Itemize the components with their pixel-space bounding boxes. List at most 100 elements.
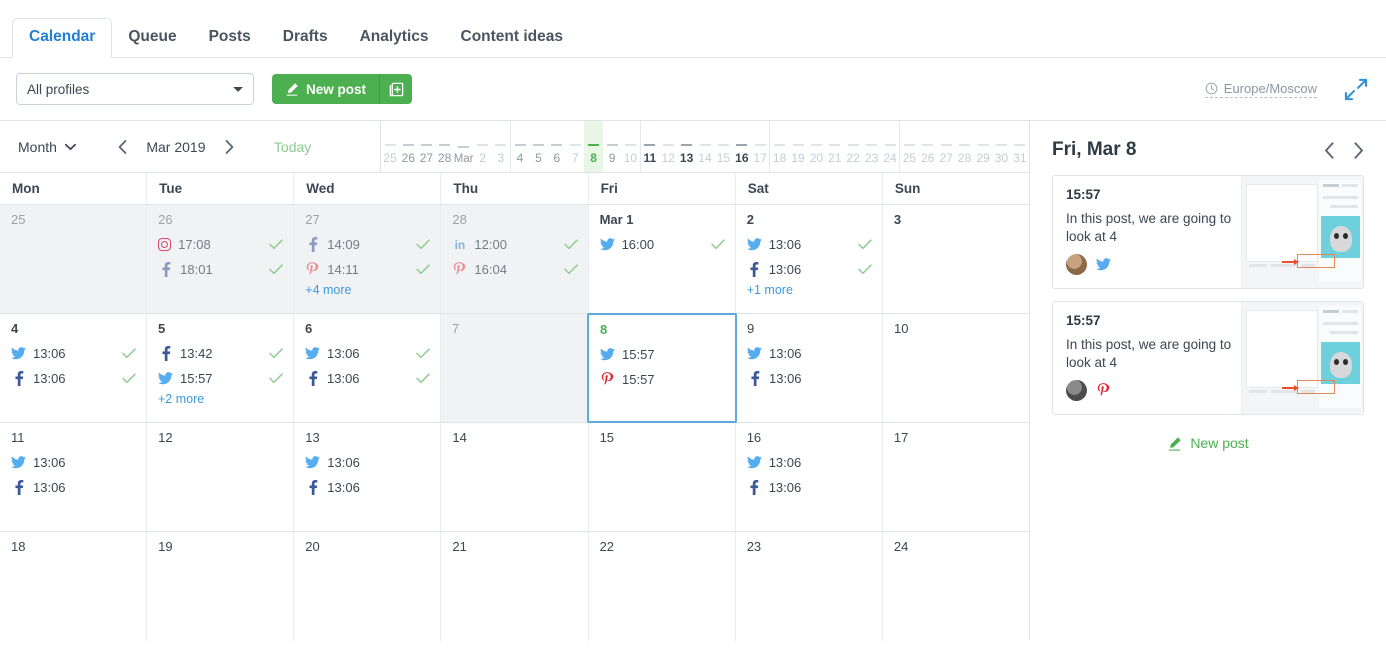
sidebar-next-day-button[interactable]	[1353, 141, 1364, 159]
calendar-day-cell[interactable]: 5 13:42 15:57 +2 more	[147, 314, 294, 422]
sidebar-post-card[interactable]: 15:57 In this post, we are going to look …	[1052, 301, 1364, 415]
calendar-event[interactable]: 18:01	[158, 257, 284, 282]
calendar-day-cell[interactable]: 21	[441, 532, 589, 641]
calendar-day-cell[interactable]: 23	[735, 532, 883, 641]
new-post-button[interactable]: New post	[272, 74, 381, 104]
calendar-day-cell[interactable]: 8 15:57 15:57	[587, 313, 737, 423]
timeline-day-4[interactable]: 4	[511, 121, 529, 172]
timeline-day-3[interactable]: 3	[492, 121, 510, 172]
tab-queue[interactable]: Queue	[112, 19, 192, 58]
calendar-event[interactable]: 17:08	[158, 232, 284, 257]
calendar-event[interactable]: 16:00	[599, 232, 725, 257]
tab-analytics[interactable]: Analytics	[344, 19, 445, 58]
calendar-day-cell[interactable]: 11 13:06 13:06	[0, 423, 148, 531]
calendar-day-cell[interactable]: 6 13:06 13:06	[294, 314, 441, 422]
tab-drafts[interactable]: Drafts	[267, 19, 344, 58]
calendar-event[interactable]: 13:06	[305, 475, 430, 500]
next-period-button[interactable]	[225, 139, 234, 154]
calendar-event[interactable]: 15:57	[600, 367, 725, 392]
calendar-day-cell[interactable]: 28 in 12:00 16:04	[441, 205, 589, 313]
calendar-day-cell[interactable]: 10	[883, 314, 1029, 422]
calendar-event[interactable]: 14:09	[305, 232, 431, 257]
timeline-day-24[interactable]: 24	[881, 121, 899, 172]
calendar-event[interactable]: 13:06	[746, 450, 872, 475]
calendar-event[interactable]: 13:06	[747, 475, 872, 500]
calendar-day-cell[interactable]: 17	[882, 423, 1029, 531]
timeline-day-7[interactable]: 7	[566, 121, 584, 172]
calendar-more-link[interactable]: +4 more	[305, 283, 430, 297]
calendar-event[interactable]: 13:06	[305, 341, 430, 366]
calendar-event[interactable]: 14:11	[305, 257, 431, 282]
timeline-day-26[interactable]: 26	[919, 121, 937, 172]
timeline-day-17[interactable]: 17	[751, 121, 769, 172]
calendar-day-cell[interactable]: 3	[882, 205, 1029, 313]
calendar-event[interactable]: 13:06	[747, 257, 872, 282]
sidebar-prev-day-button[interactable]	[1324, 141, 1335, 159]
calendar-event[interactable]: 13:06	[747, 341, 872, 366]
calendar-day-cell[interactable]: 27 14:09 14:11 +4 more	[294, 205, 442, 313]
calendar-day-cell[interactable]: 15	[588, 423, 736, 531]
calendar-more-link[interactable]: +1 more	[747, 283, 872, 297]
prev-period-button[interactable]	[118, 139, 127, 154]
calendar-event[interactable]: 13:06	[11, 341, 136, 366]
calendar-day-cell[interactable]: 7	[441, 314, 588, 422]
tab-content-ideas[interactable]: Content ideas	[445, 19, 579, 58]
timeline-day-11[interactable]: 11	[641, 121, 659, 172]
calendar-event[interactable]: 13:42	[158, 341, 283, 366]
calendar-day-cell[interactable]: 26 17:08 18:01	[147, 205, 295, 313]
calendar-day-cell[interactable]: 19	[147, 532, 295, 641]
calendar-event[interactable]: in 12:00	[452, 232, 578, 257]
timeline-day-22[interactable]: 22	[844, 121, 862, 172]
expand-arrows-icon[interactable]	[1343, 77, 1368, 102]
timeline-day-10[interactable]: 10	[621, 121, 639, 172]
timeline-day-mar[interactable]: Mar	[454, 121, 474, 172]
timeline-day-9[interactable]: 9	[603, 121, 621, 172]
timeline-day-27[interactable]: 27	[417, 121, 435, 172]
timeline-day-14[interactable]: 14	[696, 121, 714, 172]
calendar-event[interactable]: 15:57	[158, 366, 283, 391]
sidebar-post-card[interactable]: 15:57 In this post, we are going to look …	[1052, 175, 1364, 289]
timeline-day-18[interactable]: 18	[770, 121, 788, 172]
calendar-more-link[interactable]: +2 more	[158, 392, 283, 406]
tab-calendar[interactable]: Calendar	[12, 17, 113, 58]
calendar-event[interactable]: 13:06	[11, 450, 136, 475]
profile-filter-select[interactable]: All profiles ⏷	[16, 73, 254, 105]
calendar-day-cell[interactable]: 4 13:06 13:06	[0, 314, 147, 422]
timeline-day-25[interactable]: 25	[900, 121, 918, 172]
sidebar-new-post-button[interactable]: New post	[1052, 435, 1364, 451]
timeline-day-19[interactable]: 19	[789, 121, 807, 172]
timeline-day-28[interactable]: 28	[436, 121, 454, 172]
timeline-day-21[interactable]: 21	[826, 121, 844, 172]
timezone-indicator[interactable]: Europe/Moscow	[1204, 81, 1317, 98]
timeline-day-13[interactable]: 13	[677, 121, 695, 172]
timeline-day-23[interactable]: 23	[862, 121, 880, 172]
calendar-day-cell[interactable]: 2 13:06 13:06 +1 more	[735, 205, 883, 313]
calendar-event[interactable]: 13:06	[11, 475, 136, 500]
calendar-day-cell[interactable]: Mar 1 16:00	[588, 205, 736, 313]
timeline-day-27[interactable]: 27	[937, 121, 955, 172]
timeline-day-26[interactable]: 26	[399, 121, 417, 172]
timeline-day-31[interactable]: 31	[1011, 121, 1029, 172]
calendar-event[interactable]: 15:57	[600, 342, 725, 367]
timeline-day-12[interactable]: 12	[659, 121, 677, 172]
calendar-day-cell[interactable]: 13 13:06 13:06	[294, 423, 442, 531]
calendar-day-cell[interactable]: 25	[0, 205, 148, 313]
calendar-event[interactable]: 13:06	[11, 366, 136, 391]
timeline-day-16[interactable]: 16	[733, 121, 751, 172]
timeline-day-25[interactable]: 25	[381, 121, 399, 172]
timeline-day-6[interactable]: 6	[548, 121, 566, 172]
calendar-day-cell[interactable]: 22	[588, 532, 736, 641]
calendar-day-cell[interactable]: 24	[882, 532, 1029, 641]
calendar-day-cell[interactable]: 16 13:06 13:06	[735, 423, 883, 531]
calendar-day-cell[interactable]: 12	[147, 423, 295, 531]
timeline-day-20[interactable]: 20	[807, 121, 825, 172]
add-to-queue-button[interactable]	[380, 74, 413, 104]
timeline-day-15[interactable]: 15	[714, 121, 732, 172]
calendar-day-cell[interactable]: 14	[441, 423, 589, 531]
timeline-day-5[interactable]: 5	[529, 121, 547, 172]
tab-posts[interactable]: Posts	[193, 19, 267, 58]
timeline-day-30[interactable]: 30	[992, 121, 1010, 172]
timeline-day-8[interactable]: 8	[584, 121, 603, 172]
timeline-day-29[interactable]: 29	[974, 121, 992, 172]
calendar-day-cell[interactable]: 18	[0, 532, 148, 641]
